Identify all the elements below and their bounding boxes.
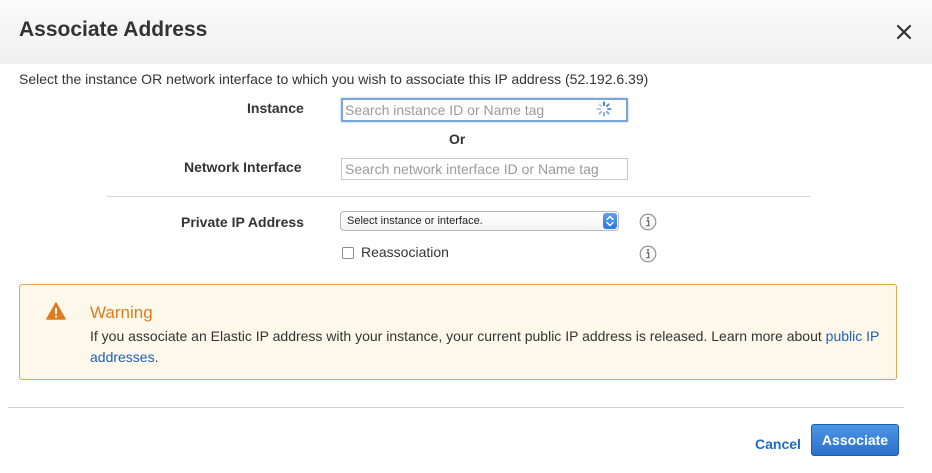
network-interface-label: Network Interface <box>184 159 302 175</box>
private-ip-select-value: Select instance or interface. <box>347 215 483 227</box>
loading-spinner-icon <box>596 101 612 117</box>
cancel-button[interactable]: Cancel <box>755 436 801 452</box>
select-arrow-icon <box>603 213 617 229</box>
instance-search-input[interactable] <box>341 98 628 122</box>
private-ip-label: Private IP Address <box>181 214 304 230</box>
reassociation-label: Reassociation <box>361 244 449 260</box>
info-icon[interactable] <box>639 213 657 231</box>
reassociation-checkbox[interactable] <box>342 247 354 259</box>
warning-end: . <box>154 349 159 365</box>
info-icon[interactable] <box>639 245 657 263</box>
or-separator: Or <box>449 131 466 147</box>
warning-body: If you associate an Elastic IP address w… <box>90 328 826 344</box>
section-divider <box>107 196 810 197</box>
warning-text: If you associate an Elastic IP address w… <box>90 326 890 368</box>
footer-divider <box>8 407 904 408</box>
dialog-title: Associate Address <box>19 18 208 41</box>
warning-icon <box>46 302 66 320</box>
warning-panel: Warning If you associate an Elastic IP a… <box>19 284 897 380</box>
dialog-header: Associate Address <box>0 0 932 64</box>
network-interface-search-input[interactable] <box>341 158 628 180</box>
associate-button[interactable]: Associate <box>811 424 899 456</box>
warning-title: Warning <box>90 303 153 322</box>
private-ip-select[interactable]: Select instance or interface. <box>340 211 619 231</box>
intro-text: Select the instance OR network interface… <box>19 71 649 87</box>
instance-label: Instance <box>247 100 304 116</box>
close-icon[interactable] <box>892 20 916 44</box>
